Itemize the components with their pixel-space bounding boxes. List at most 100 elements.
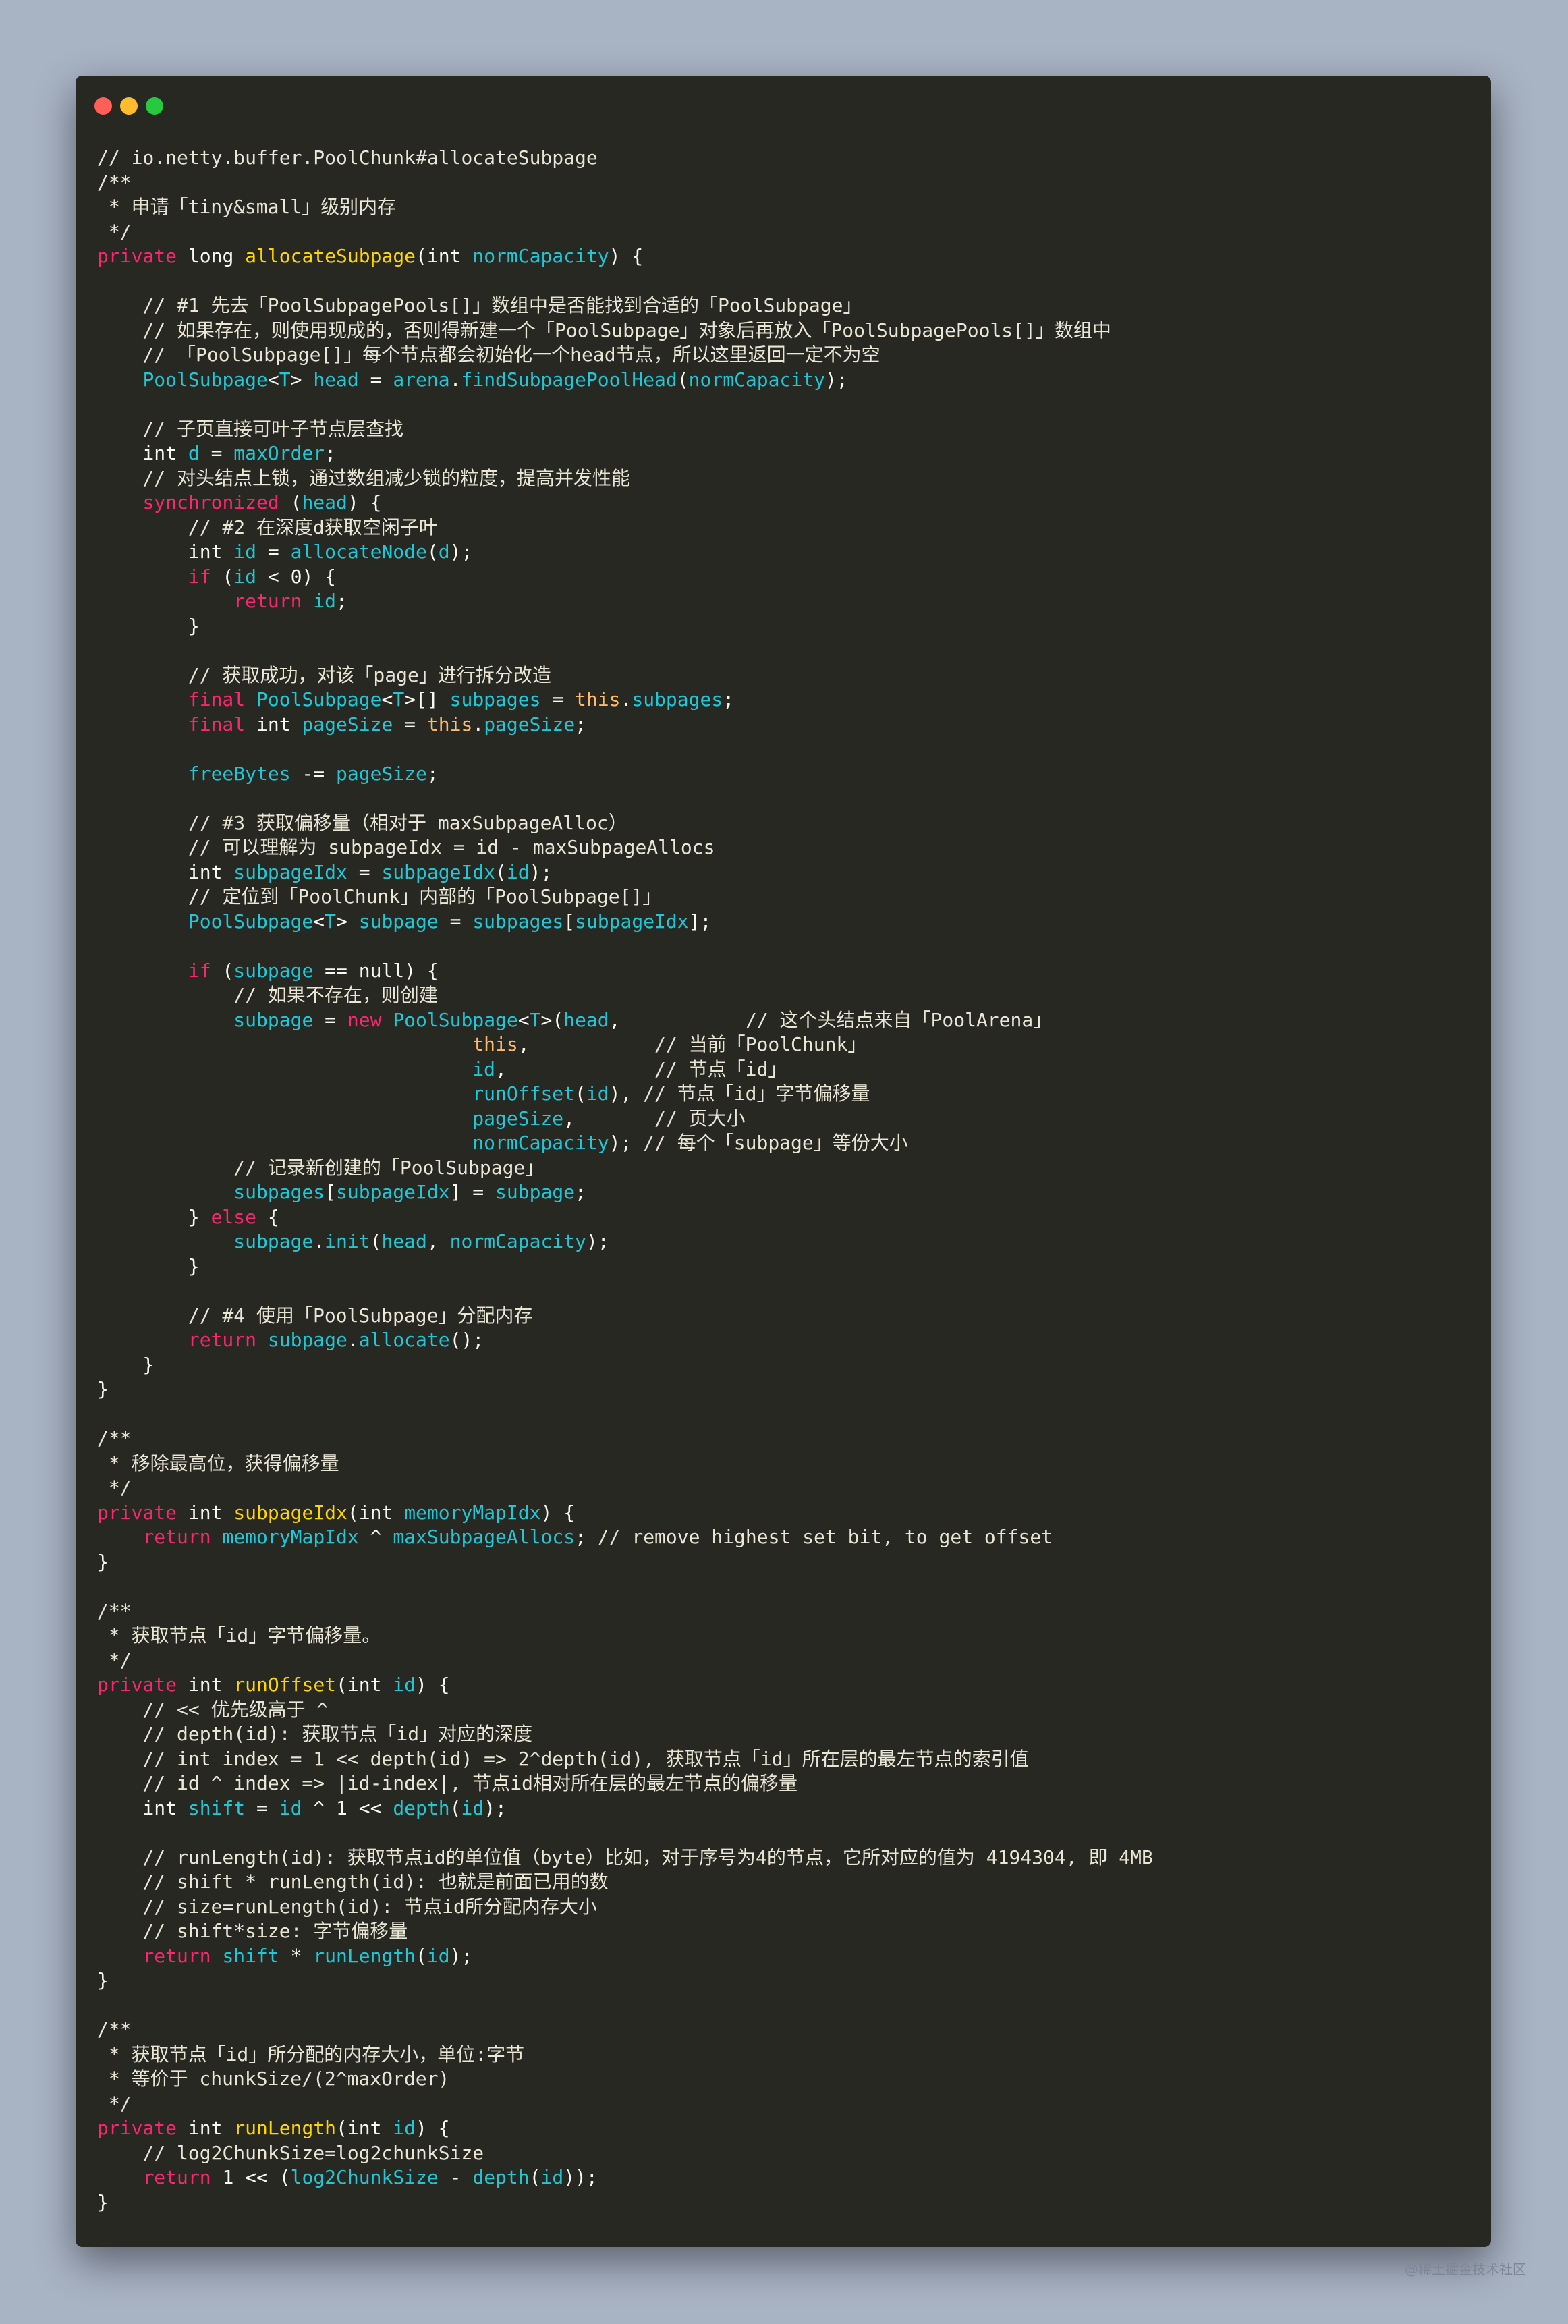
code-line: PoolSubpage<T> subpage = subpages[subpag… — [97, 910, 1478, 935]
code-token: null — [358, 959, 405, 982]
code-token: = — [540, 688, 576, 711]
code-token: int — [347, 2117, 393, 2139]
code-line: * 移除最高位，获得偏移量 — [97, 1451, 1478, 1476]
code-token: } — [97, 614, 200, 637]
code-token: ( — [677, 368, 689, 391]
code-line: */ — [97, 1649, 1478, 1673]
code-token: , — [495, 1057, 655, 1080]
code-token: memoryMapIdx — [222, 1526, 359, 1548]
code-token: // 可以理解为 subpageIdx = id - maxSubpageAll… — [97, 836, 715, 858]
code-line: // 如果存在，则使用现成的，否则得新建一个「PoolSubpage」对象后再放… — [97, 319, 1478, 343]
code-token: ( — [426, 541, 439, 563]
code-token: allocateSubpage — [245, 245, 416, 267]
code-line: // << 优先级高于 ^ — [97, 1698, 1478, 1723]
code-token: ) { — [404, 959, 439, 982]
code-token: = — [393, 713, 427, 736]
code-token: final — [188, 688, 246, 711]
code-line: } else { — [97, 1205, 1478, 1230]
code-token: PoolSubpage — [256, 688, 382, 711]
code-token: // 子页直接可叶子节点层查找 — [97, 417, 404, 440]
code-token: id — [393, 2117, 416, 2139]
code-token: PoolSubpage — [188, 910, 314, 933]
code-token: , — [563, 1107, 655, 1130]
code-token: depth — [472, 2166, 530, 2188]
code-line: PoolSubpage<T> head = arena.findSubpageP… — [97, 368, 1478, 393]
code-token: < — [517, 1008, 530, 1031]
minimize-dot-icon[interactable] — [120, 97, 138, 115]
code-token: T — [529, 1008, 541, 1031]
code-token: // log2ChunkSize=log2chunkSize — [97, 2141, 484, 2164]
code-token: * 获取节点「id」所分配的内存大小，单位:字节 — [97, 2043, 525, 2066]
code-token: return — [188, 1329, 257, 1351]
code-token: id — [540, 2166, 564, 2188]
code-token: // << 优先级高于 ^ — [97, 1698, 329, 1721]
code-token: init — [325, 1230, 370, 1252]
code-line: // 可以理解为 subpageIdx = id - maxSubpageAll… — [97, 835, 1478, 860]
code-line: int shift = id ^ 1 << depth(id); — [97, 1796, 1478, 1821]
code-line: * 获取节点「id」字节偏移量。 — [97, 1624, 1478, 1649]
code-token: // id ^ index => |id-index|, 节点id相对所在层的最… — [97, 1772, 798, 1794]
code-token: // 当前「PoolChunk」 — [654, 1033, 867, 1055]
code-token: id — [233, 541, 257, 563]
code-token: ); — [529, 860, 553, 883]
maximize-dot-icon[interactable] — [146, 97, 163, 115]
code-token: int — [358, 1501, 405, 1524]
code-line: // shift * runLength(id): 也就是前面已用的数 — [97, 1870, 1478, 1895]
code-token: // int index = 1 << depth(id) => 2^depth… — [97, 1747, 1029, 1770]
code-token: } — [97, 1205, 211, 1228]
code-token: /** — [97, 171, 132, 194]
code-token: */ — [97, 1476, 132, 1499]
code-line: } — [97, 2190, 1478, 2215]
code-token: if — [188, 565, 211, 588]
close-dot-icon[interactable] — [94, 97, 112, 115]
code-token: // 每个「subpage」等份大小 — [643, 1132, 908, 1154]
code-token: allocateNode — [290, 541, 427, 563]
code-token: , — [426, 1230, 450, 1252]
code-token: ( — [211, 565, 234, 588]
code-token: subpage — [233, 959, 314, 982]
code-line: if (id < 0) { — [97, 565, 1478, 590]
code-token: ^ — [358, 1526, 393, 1548]
code-token: head — [563, 1008, 609, 1031]
code-token: // 对头结点上锁，通过数组减少锁的粒度，提高并发性能 — [97, 466, 631, 489]
code-line: } — [97, 614, 1478, 639]
code-token: return — [142, 1526, 211, 1548]
code-line: } — [97, 1968, 1478, 1993]
code-token: int — [426, 245, 473, 267]
code-token: ); — [449, 1944, 473, 1967]
code-token: == — [313, 959, 359, 982]
code-token: < — [381, 688, 393, 711]
code-line: } — [97, 1353, 1478, 1378]
code-token: long — [177, 245, 246, 267]
code-line: } — [97, 1254, 1478, 1279]
code-line: // io.netty.buffer.PoolChunk#allocateSub… — [97, 146, 1478, 171]
code-token: ) { — [302, 565, 337, 588]
code-token: PoolSubpage — [393, 1008, 518, 1031]
code-token: )); — [563, 2166, 598, 2188]
code-line: // 获取成功，对该「page」进行拆分改造 — [97, 663, 1478, 688]
code-token: int — [97, 1796, 188, 1819]
code-line: private long allocateSubpage(int normCap… — [97, 244, 1478, 269]
code-token: } — [97, 1969, 109, 1991]
code-line: // #4 使用「PoolSubpage」分配内存 — [97, 1304, 1478, 1329]
code-line: // runLength(id): 获取节点id的单位值（byte）比如，对于序… — [97, 1846, 1478, 1871]
code-token: -= — [290, 762, 337, 785]
code-token: ] = — [449, 1181, 496, 1203]
code-line: // shift*size: 字节偏移量 — [97, 1919, 1478, 1944]
code-token: log2ChunkSize — [290, 2166, 439, 2188]
code-token: } — [97, 1254, 200, 1277]
code-token: else — [211, 1205, 257, 1228]
